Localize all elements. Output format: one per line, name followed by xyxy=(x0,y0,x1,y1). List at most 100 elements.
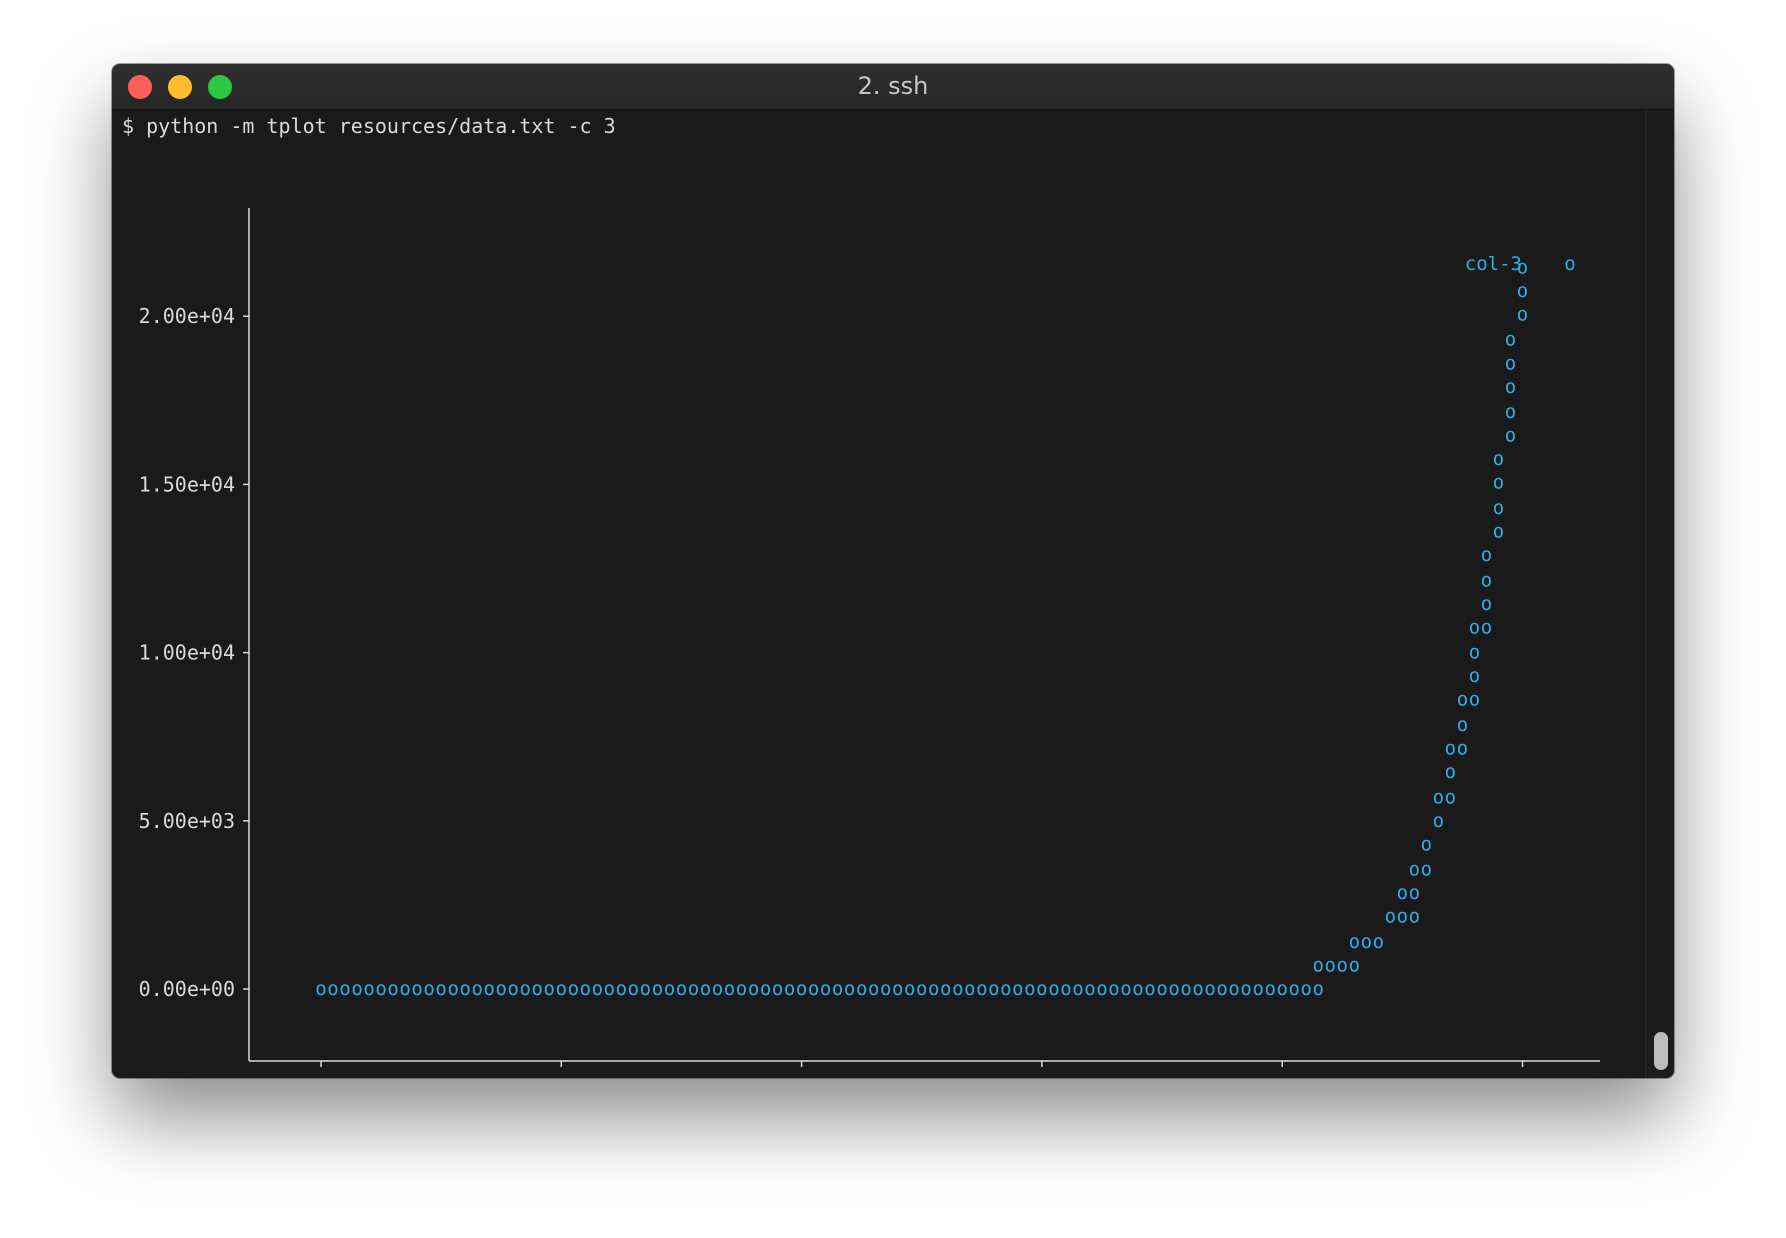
data-point: o xyxy=(471,978,482,1000)
data-point: o xyxy=(892,978,903,1000)
data-point: o xyxy=(772,978,783,1000)
data-point: o xyxy=(1457,737,1468,759)
data-point: o xyxy=(1216,978,1227,1000)
scrollbar-track[interactable] xyxy=(1645,110,1674,1078)
data-point: o xyxy=(1313,978,1324,1000)
x-tick-label: 3.00e+02 xyxy=(987,1073,1083,1076)
data-point: o xyxy=(652,978,663,1000)
data-point: o xyxy=(724,978,735,1000)
data-point: o xyxy=(736,978,747,1000)
data-point: o xyxy=(1132,978,1143,1000)
data-point: o xyxy=(399,978,410,1000)
data-point: o xyxy=(1481,544,1492,566)
data-point: o xyxy=(1469,689,1480,711)
data-point: o xyxy=(1469,665,1480,687)
data-point: o xyxy=(1481,616,1492,638)
data-point: o xyxy=(1228,978,1239,1000)
x-tick-label: 1.00e+02 xyxy=(506,1073,602,1076)
x-tick-label: 2.00e+02 xyxy=(746,1073,842,1076)
window-title: 2. ssh xyxy=(857,72,929,100)
data-point: o xyxy=(952,978,963,1000)
data-point: o xyxy=(1505,401,1516,423)
terminal-output[interactable]: $ python -m tplot resources/data.txt -c … xyxy=(112,110,1674,1078)
data-point: o xyxy=(964,978,975,1000)
data-point: o xyxy=(1000,978,1011,1000)
data-point: o xyxy=(1337,954,1348,976)
data-point: o xyxy=(1505,329,1516,351)
data-point: o xyxy=(363,978,374,1000)
data-point: o xyxy=(1469,616,1480,638)
data-point: o xyxy=(1517,304,1528,326)
data-point: o xyxy=(411,978,422,1000)
scrollbar-thumb[interactable] xyxy=(1654,1032,1668,1070)
data-point: o xyxy=(1084,978,1095,1000)
data-point: o xyxy=(784,978,795,1000)
data-point: o xyxy=(532,978,543,1000)
data-point: o xyxy=(1240,978,1251,1000)
data-point: o xyxy=(1349,954,1360,976)
data-point: o xyxy=(988,978,999,1000)
data-point: o xyxy=(1301,978,1312,1000)
data-point: o xyxy=(880,978,891,1000)
data-point: o xyxy=(339,978,350,1000)
data-point: o xyxy=(1493,497,1504,519)
legend-marker: o xyxy=(1564,253,1575,275)
data-point: o xyxy=(508,978,519,1000)
data-point: o xyxy=(1457,689,1468,711)
data-point: o xyxy=(592,978,603,1000)
data-point: o xyxy=(1192,978,1203,1000)
data-point: o xyxy=(1313,954,1324,976)
data-point: o xyxy=(447,978,458,1000)
data-point: o xyxy=(928,978,939,1000)
data-point: o xyxy=(1445,737,1456,759)
data-point: o xyxy=(327,978,338,1000)
data-point: o xyxy=(1072,978,1083,1000)
data-point: o xyxy=(1517,280,1528,302)
data-point: o xyxy=(1493,520,1504,542)
data-point: o xyxy=(1385,906,1396,928)
data-point: o xyxy=(1481,569,1492,591)
data-point: o xyxy=(976,978,987,1000)
data-point: o xyxy=(664,978,675,1000)
data-point: o xyxy=(1204,978,1215,1000)
data-point: o xyxy=(1036,978,1047,1000)
x-tick-label: 4.00e+02 xyxy=(1227,1073,1323,1076)
data-point: o xyxy=(1481,593,1492,615)
data-point: o xyxy=(1469,642,1480,664)
y-tick-label: 0.00e+00 xyxy=(139,977,235,1001)
x-tick-label: 0.00e+00 xyxy=(266,1073,362,1076)
data-point: o xyxy=(1108,978,1119,1000)
data-point: o xyxy=(387,978,398,1000)
data-point: o xyxy=(700,978,711,1000)
data-point: o xyxy=(1349,931,1360,953)
data-point: o xyxy=(1409,906,1420,928)
data-point: o xyxy=(748,978,759,1000)
data-point: o xyxy=(940,978,951,1000)
data-point: o xyxy=(1445,761,1456,783)
data-point: o xyxy=(1012,978,1023,1000)
data-point: o xyxy=(1433,786,1444,808)
data-point: o xyxy=(351,978,362,1000)
data-point: o xyxy=(820,978,831,1000)
data-point: o xyxy=(1361,931,1372,953)
data-point: o xyxy=(688,978,699,1000)
data-point: o xyxy=(1397,882,1408,904)
data-point: o xyxy=(459,978,470,1000)
data-point: o xyxy=(580,978,591,1000)
data-point: o xyxy=(1421,833,1432,855)
data-point: o xyxy=(904,978,915,1000)
data-point: o xyxy=(1409,859,1420,881)
data-point: o xyxy=(760,978,771,1000)
data-point: o xyxy=(1288,978,1299,1000)
data-point: o xyxy=(1505,352,1516,374)
data-point: o xyxy=(1409,882,1420,904)
data-point: o xyxy=(495,978,506,1000)
data-point: o xyxy=(676,978,687,1000)
terminal-window: 2. ssh $ python -m tplot resources/data.… xyxy=(112,64,1674,1078)
title-bar[interactable]: 2. ssh xyxy=(112,64,1674,110)
data-point: o xyxy=(1397,906,1408,928)
data-point: o xyxy=(1505,425,1516,447)
data-point: o xyxy=(628,978,639,1000)
data-point: o xyxy=(796,978,807,1000)
data-point: o xyxy=(423,978,434,1000)
